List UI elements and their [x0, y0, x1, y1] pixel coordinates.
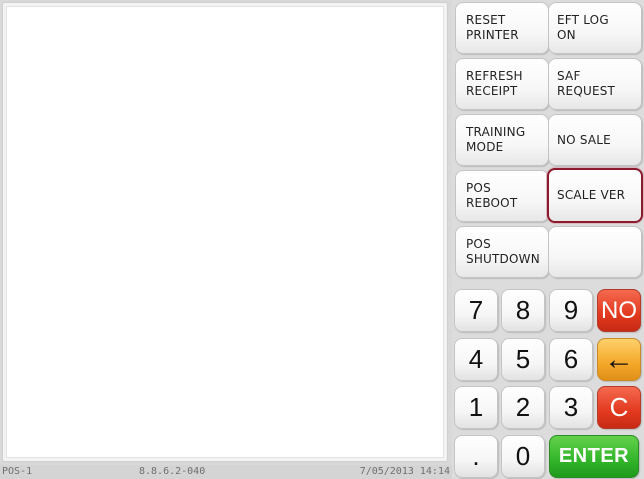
- pos-reboot-label: POS REBOOT: [466, 181, 518, 210]
- key-8[interactable]: 8: [501, 289, 545, 332]
- no-sale-button[interactable]: NO SALE: [548, 114, 642, 166]
- scale-ver-button[interactable]: SCALE VER: [547, 168, 643, 223]
- key-0[interactable]: 0: [501, 435, 545, 478]
- receipt-panel: [2, 2, 448, 462]
- training-mode-label: TRAINING MODE: [466, 125, 526, 154]
- key-7[interactable]: 7: [454, 289, 498, 332]
- blank-function-button[interactable]: [548, 226, 642, 278]
- pos-reboot-button[interactable]: POS REBOOT: [455, 170, 549, 222]
- eft-log-on-label: EFT LOG ON: [557, 13, 609, 42]
- refresh-receipt-label: REFRESH RECEIPT: [466, 69, 523, 98]
- pos-shutdown-button[interactable]: POS SHUTDOWN: [455, 226, 549, 278]
- pos-shutdown-label: POS SHUTDOWN: [466, 237, 540, 266]
- clear-key[interactable]: C: [597, 386, 641, 429]
- key-1[interactable]: 1: [454, 386, 498, 429]
- eft-log-on-button[interactable]: EFT LOG ON: [548, 2, 642, 54]
- key-3[interactable]: 3: [549, 386, 593, 429]
- key-5[interactable]: 5: [501, 338, 545, 381]
- left-arrow-icon: ←: [604, 342, 634, 376]
- date-time: 7/05/2013 14:14: [359, 466, 450, 477]
- key-6[interactable]: 6: [549, 338, 593, 381]
- no-sale-label: NO SALE: [557, 132, 611, 147]
- training-mode-button[interactable]: TRAINING MODE: [455, 114, 549, 166]
- key-2[interactable]: 2: [501, 386, 545, 429]
- key-4[interactable]: 4: [454, 338, 498, 381]
- function-panel: RESET PRINTER EFT LOG ON REFRESH RECEIPT…: [452, 0, 644, 479]
- scale-ver-label: SCALE VER: [557, 188, 626, 202]
- saf-request-button[interactable]: SAF REQUEST: [548, 58, 642, 110]
- no-key[interactable]: NO: [597, 289, 641, 332]
- decimal-key[interactable]: .: [454, 435, 498, 478]
- status-bar: POS-1 8.8.6.2-040 7/05/2013 14:14: [0, 465, 452, 479]
- terminal-id: POS-1: [2, 466, 33, 477]
- enter-key[interactable]: ENTER: [549, 435, 639, 478]
- reset-printer-button[interactable]: RESET PRINTER: [455, 2, 549, 54]
- software-version: 8.8.6.2-040: [139, 466, 206, 477]
- key-9[interactable]: 9: [549, 289, 593, 332]
- backspace-key[interactable]: ←: [597, 338, 641, 381]
- saf-request-label: SAF REQUEST: [557, 69, 616, 98]
- reset-printer-label: RESET PRINTER: [466, 13, 519, 42]
- refresh-receipt-button[interactable]: REFRESH RECEIPT: [455, 58, 549, 110]
